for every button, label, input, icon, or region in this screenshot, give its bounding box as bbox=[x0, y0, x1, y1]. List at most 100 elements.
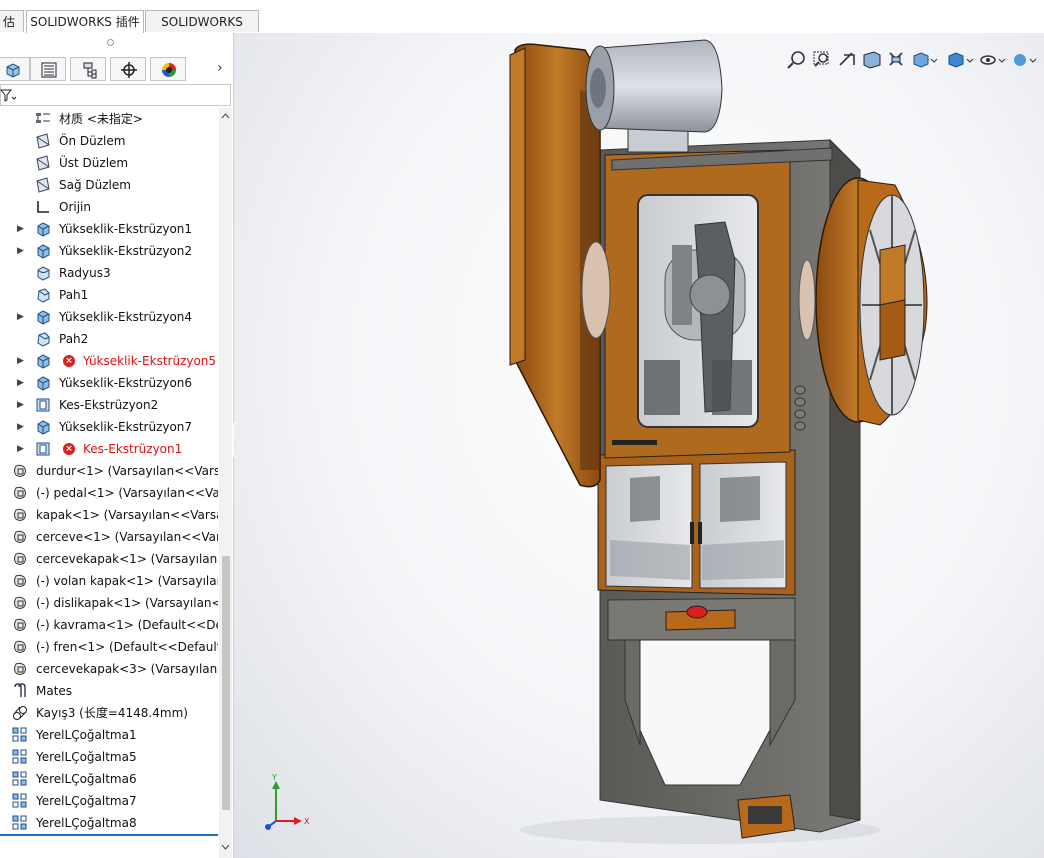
material-icon bbox=[36, 113, 50, 123]
chevron-right-icon[interactable]: › bbox=[217, 60, 223, 76]
origin-icon bbox=[37, 201, 49, 213]
crosshair-icon bbox=[121, 62, 137, 78]
tree-item[interactable]: Sağ Düzlem bbox=[0, 174, 218, 196]
tree-item[interactable]: ▶ Kes-Ekstrüzyon2 bbox=[0, 394, 218, 416]
tree-item[interactable]: Kayış3 (长度=4148.4mm) bbox=[0, 702, 218, 724]
tree-item-label: Yükseklik-Ekstrüzyon6 bbox=[59, 376, 193, 390]
tree-item[interactable]: ▶ Yükseklik-Ekstrüzyon1 bbox=[0, 218, 218, 240]
tab-solidworks-addins[interactable]: SOLIDWORKS 插件 bbox=[26, 10, 144, 33]
chamfer-icon bbox=[37, 288, 50, 303]
tree-item[interactable]: ▶ × Kes-Ekstrüzyon1 bbox=[0, 438, 218, 460]
tree-item[interactable]: Pah2 bbox=[0, 328, 218, 350]
pattern-icon bbox=[12, 771, 27, 786]
triad-y-label: Y bbox=[271, 773, 277, 782]
part-icon bbox=[14, 618, 26, 631]
scrollbar-thumb[interactable] bbox=[222, 556, 230, 810]
property-manager-tab[interactable] bbox=[30, 57, 66, 81]
tree-filter[interactable] bbox=[0, 84, 231, 106]
tree-item[interactable]: 材质 <未指定> bbox=[0, 108, 218, 130]
tree-item-label: YerelLÇoğaltma6 bbox=[36, 772, 137, 786]
tree-item[interactable]: ▶ Yükseklik-Ekstrüzyon2 bbox=[0, 240, 218, 262]
expand-arrow-icon[interactable]: ▶ bbox=[17, 372, 24, 394]
tree-item-label: (-) pedal<1> (Varsayılan<<Var: bbox=[36, 486, 218, 500]
part-icon bbox=[14, 552, 26, 565]
tree-item-label: Kes-Ekstrüzyon2 bbox=[59, 398, 159, 412]
tree-item[interactable]: YerelLÇoğaltma8 bbox=[0, 812, 218, 834]
scroll-up-icon[interactable] bbox=[219, 110, 232, 122]
tree-item-label: Ön Düzlem bbox=[59, 134, 126, 148]
part-icon bbox=[14, 596, 26, 609]
pattern-icon bbox=[12, 815, 27, 830]
extrude-icon bbox=[37, 310, 50, 325]
tree-item[interactable]: YerelLÇoğaltma5 bbox=[0, 746, 218, 768]
expand-arrow-icon[interactable]: ▶ bbox=[17, 438, 24, 460]
tree-item[interactable]: Radyus3 bbox=[0, 262, 218, 284]
expand-arrow-icon[interactable]: ▶ bbox=[17, 394, 24, 416]
tree-item[interactable]: Orijin bbox=[0, 196, 218, 218]
configuration-manager-tab[interactable] bbox=[70, 57, 106, 81]
tree-item-label: Üst Düzlem bbox=[59, 156, 129, 170]
tree-item[interactable]: cercevekapak<1> (Varsayılan<< bbox=[0, 548, 218, 570]
extrude-icon bbox=[37, 376, 50, 391]
tree-item[interactable]: (-) pedal<1> (Varsayılan<<Var: bbox=[0, 482, 218, 504]
tree-scrollbar[interactable] bbox=[219, 108, 232, 858]
extrude-icon bbox=[37, 354, 50, 369]
expand-arrow-icon[interactable]: ▶ bbox=[17, 218, 24, 240]
press-machine-model[interactable] bbox=[234, 33, 1044, 858]
tree-item-label: (-) dislikapak<1> (Varsayılan<< bbox=[36, 596, 218, 610]
display-manager-tab[interactable] bbox=[150, 57, 186, 81]
tree-item[interactable]: durdur<1> (Varsayılan<<Varsa bbox=[0, 460, 218, 482]
feature-manager-panel: › 材质 <未指定> Ön Düzlem Üst Düzlem Sağ Düzlem O… bbox=[0, 33, 234, 858]
tree-item-label: YerelLÇoğaltma1 bbox=[36, 728, 137, 742]
rollback-bar[interactable] bbox=[0, 834, 218, 836]
tree-item-label: Yükseklik-Ekstrüzyon7 bbox=[59, 420, 193, 434]
tree-item[interactable]: YerelLÇoğaltma7 bbox=[0, 790, 218, 812]
tree-item[interactable]: (-) volan kapak<1> (Varsayılan bbox=[0, 570, 218, 592]
tree-item[interactable]: Üst Düzlem bbox=[0, 152, 218, 174]
expand-arrow-icon[interactable]: ▶ bbox=[17, 350, 24, 372]
tree-item[interactable]: ▶ Yükseklik-Ekstrüzyon4 bbox=[0, 306, 218, 328]
expand-arrow-icon[interactable]: ▶ bbox=[17, 240, 24, 262]
tree-item[interactable]: ▶ Yükseklik-Ekstrüzyon7 bbox=[0, 416, 218, 438]
scroll-down-icon[interactable] bbox=[219, 841, 232, 853]
part-icon bbox=[14, 530, 26, 543]
extrude-icon bbox=[37, 244, 50, 259]
part-icon bbox=[14, 662, 26, 675]
pattern-icon bbox=[12, 793, 27, 808]
feature-manager-tab[interactable] bbox=[0, 57, 30, 81]
tree-item-label: YerelLÇoğaltma5 bbox=[36, 750, 137, 764]
tree-item[interactable]: Pah1 bbox=[0, 284, 218, 306]
tree-item[interactable]: kapak<1> (Varsayılan<<Varsay bbox=[0, 504, 218, 526]
mates-icon bbox=[14, 683, 26, 697]
tree-item-label: YerelLÇoğaltma8 bbox=[36, 816, 137, 830]
tab-evaluate[interactable]: 估 bbox=[0, 10, 24, 32]
dimxpert-manager-tab[interactable] bbox=[110, 57, 146, 81]
chamfer-icon bbox=[37, 332, 50, 347]
fillet-icon bbox=[37, 266, 50, 281]
tree-item[interactable]: YerelLÇoğaltma1 bbox=[0, 724, 218, 746]
filter-icon bbox=[0, 89, 17, 102]
graphics-area[interactable]: Y X bbox=[234, 33, 1044, 858]
tree-item[interactable]: YerelLÇoğaltma6 bbox=[0, 768, 218, 790]
tree-item[interactable]: (-) kavrama<1> (Default<<Defa bbox=[0, 614, 218, 636]
tree-item[interactable]: ▶ Yükseklik-Ekstrüzyon6 bbox=[0, 372, 218, 394]
expand-arrow-icon[interactable]: ▶ bbox=[17, 306, 24, 328]
tree-item[interactable]: (-) fren<1> (Default<<Default> bbox=[0, 636, 218, 658]
extrude-icon bbox=[37, 420, 50, 435]
tree-item-label: cercevekapak<1> (Varsayılan<< bbox=[36, 552, 218, 566]
tree-item[interactable]: cerceve<1> (Varsayılan<<Varsa bbox=[0, 526, 218, 548]
tree-item[interactable]: Ön Düzlem bbox=[0, 130, 218, 152]
tree-item[interactable]: ▶ × Yükseklik-Ekstrüzyon5 bbox=[0, 350, 218, 372]
tree-item[interactable]: cercevekapak<3> (Varsayılan< bbox=[0, 658, 218, 680]
panel-grip-icon[interactable] bbox=[107, 39, 114, 46]
triad-x-label: X bbox=[304, 817, 310, 826]
tree-item-label: (-) fren<1> (Default<<Default> bbox=[36, 640, 218, 654]
tree-item-label: cerceve<1> (Varsayılan<<Varsa bbox=[36, 530, 218, 544]
tree-item[interactable]: (-) dislikapak<1> (Varsayılan<< bbox=[0, 592, 218, 614]
tree-item-label: Radyus3 bbox=[59, 266, 111, 280]
feature-tree: 材质 <未指定> Ön Düzlem Üst Düzlem Sağ Düzlem Ori… bbox=[0, 108, 218, 838]
tree-item[interactable]: Mates bbox=[0, 680, 218, 702]
tree-item-label: durdur<1> (Varsayılan<<Varsa bbox=[36, 464, 218, 478]
expand-arrow-icon[interactable]: ▶ bbox=[17, 416, 24, 438]
tab-solidworks-mbd[interactable]: SOLIDWORKS MBD bbox=[145, 10, 259, 51]
